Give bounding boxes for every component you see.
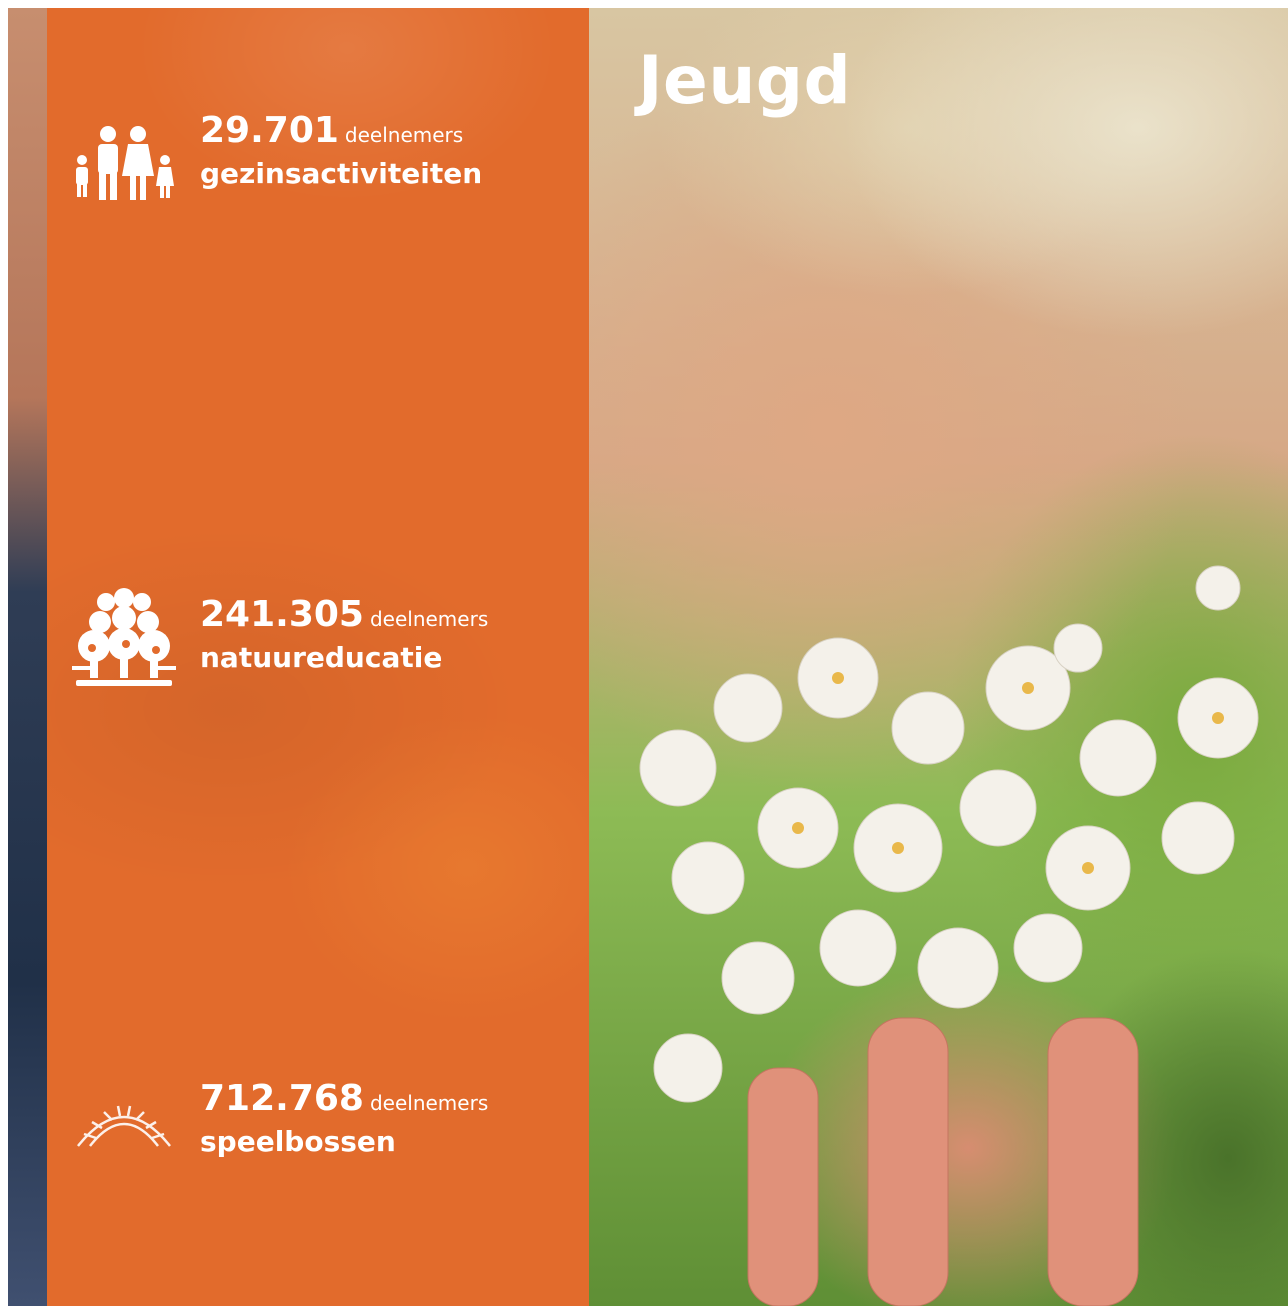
- page-title: Jeugd: [638, 42, 852, 119]
- family-icon: [76, 126, 174, 200]
- stat-unit: deelnemers: [369, 1091, 489, 1115]
- infographic: Jeugd 29.701 deelnemers gezinsactiviteite…: [8, 8, 1288, 1306]
- stat-number: 29.701: [200, 110, 339, 151]
- stat-natuureducatie: 241.305 deelnemers natuureducatie: [200, 594, 488, 674]
- stat-gezinsactiviteiten: 29.701 deelnemers gezinsactiviteiten: [200, 110, 482, 190]
- stat-number: 241.305: [200, 594, 364, 635]
- stat-label: speelbossen: [200, 1125, 396, 1158]
- stat-label: gezinsactiviteiten: [200, 157, 483, 190]
- stat-speelbossen: 712.768 deelnemers speelbossen: [200, 1078, 488, 1158]
- stat-unit: deelnemers: [344, 123, 464, 147]
- stat-number: 712.768: [200, 1078, 364, 1119]
- photo-edge: [8, 8, 48, 1306]
- stat-unit: deelnemers: [369, 607, 489, 631]
- climbing-arch-icon: [77, 1105, 171, 1147]
- blossom-illustration: [639, 565, 1259, 1306]
- stat-label: natuureducatie: [200, 641, 443, 674]
- trees-icon: [72, 588, 176, 686]
